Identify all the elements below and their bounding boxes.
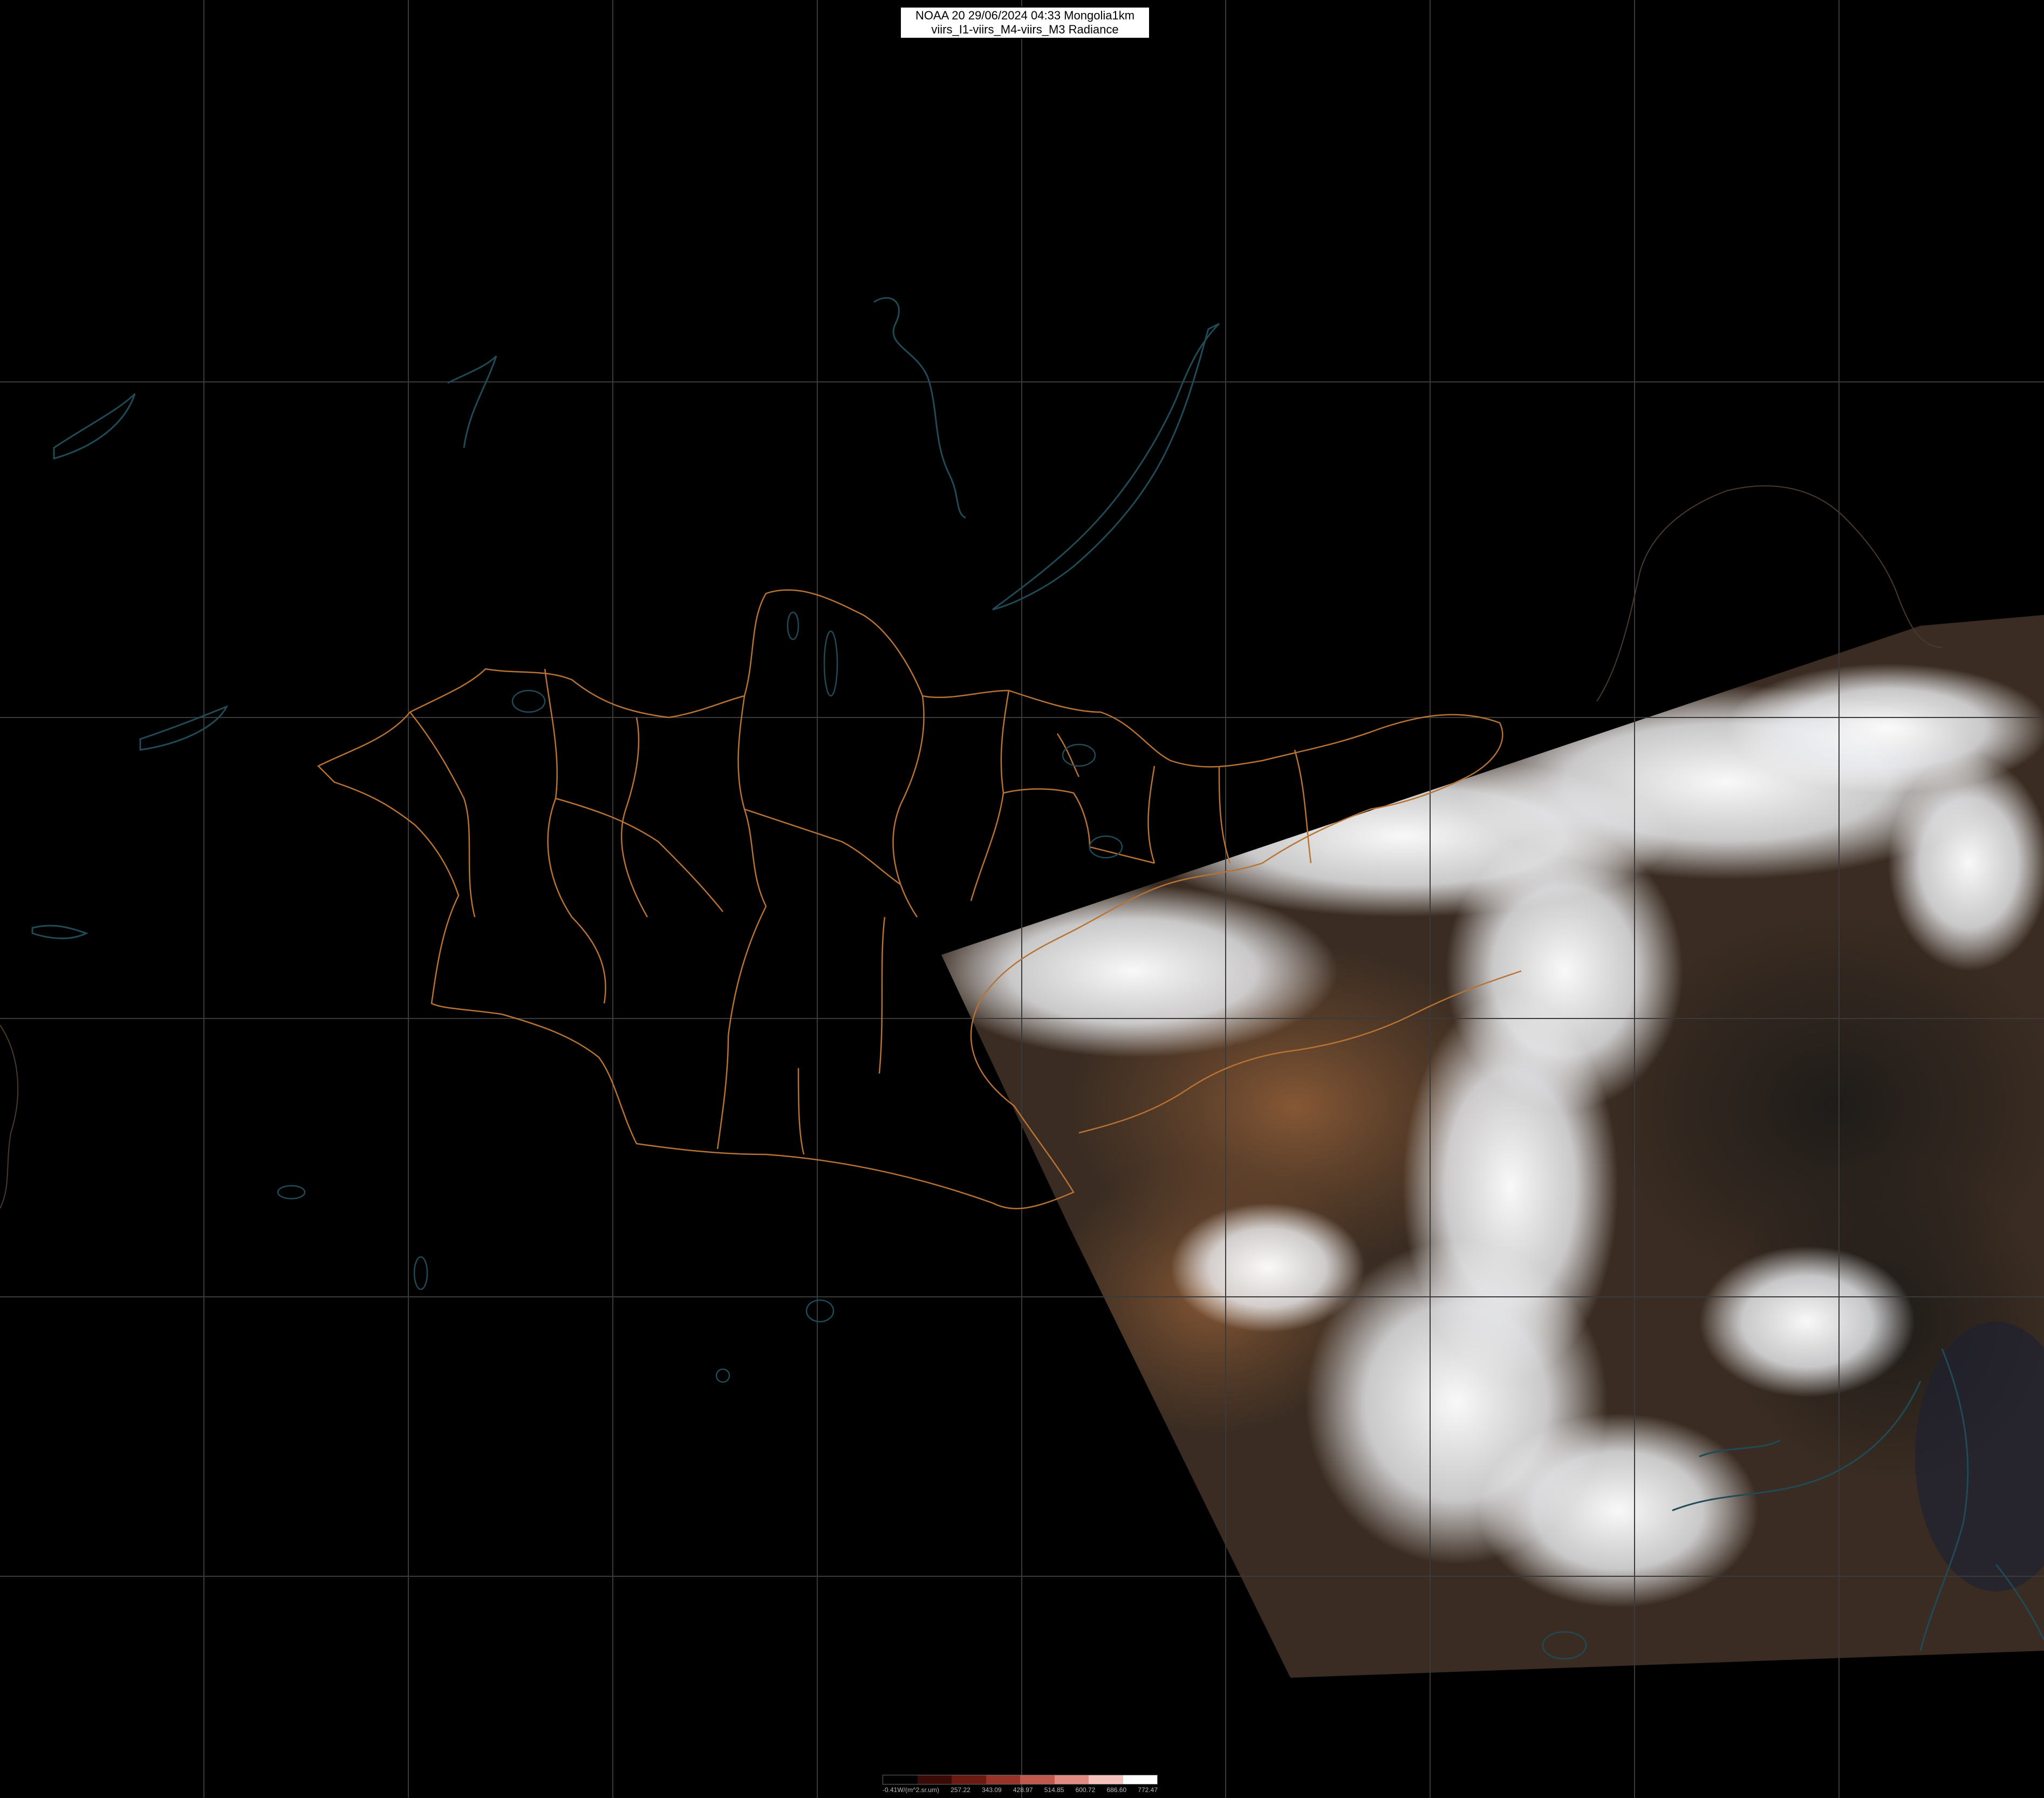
legend-colorbar [883, 1775, 1158, 1785]
legend-label-7: 772.47 [1138, 1786, 1158, 1794]
legend-segment-0 [883, 1775, 918, 1784]
legend-label-5: 600.72 [1075, 1786, 1096, 1794]
title-line-2: viirs_I1-viirs_M4-viirs_M3 Radiance [931, 23, 1119, 36]
legend-segment-1 [917, 1775, 952, 1784]
legend-label-4: 514.85 [1044, 1786, 1064, 1794]
legend-segment-4 [1020, 1775, 1055, 1784]
legend-segment-2 [952, 1775, 986, 1784]
legend-segment-3 [986, 1775, 1020, 1784]
title-line-1: NOAA 20 29/06/2024 04:33 Mongolia1km [915, 9, 1135, 22]
legend-labels: -0.41W/(m^2.sr.um) 257.22 343.09 428.97 … [883, 1786, 1158, 1795]
legend-label-2: 343.09 [982, 1786, 1002, 1794]
color-legend: -0.41W/(m^2.sr.um) 257.22 343.09 428.97 … [883, 1775, 1158, 1796]
legend-label-6: 686.60 [1106, 1786, 1127, 1794]
legend-label-0: -0.41W/(m^2.sr.um) [883, 1786, 939, 1794]
legend-label-3: 428.97 [1013, 1786, 1033, 1794]
legend-segment-6 [1089, 1775, 1123, 1784]
legend-segment-7 [1123, 1775, 1157, 1784]
legend-label-1: 257.22 [951, 1786, 970, 1794]
satellite-map [0, 0, 2044, 1798]
title-box: NOAA 20 29/06/2024 04:33 Mongolia1km vii… [900, 6, 1150, 39]
legend-segment-5 [1054, 1775, 1089, 1784]
